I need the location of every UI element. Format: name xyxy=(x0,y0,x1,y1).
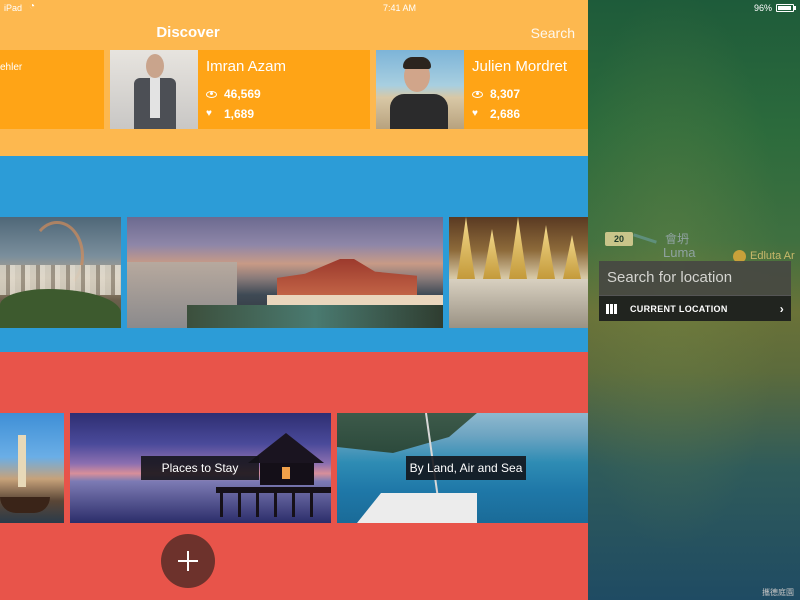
place-photo-tile[interactable] xyxy=(127,217,443,328)
carrier-label: iPad xyxy=(4,3,23,13)
likes-count: 1,689 xyxy=(224,107,255,121)
current-location-button[interactable]: CURRENT LOCATION › xyxy=(599,295,791,321)
likes-count: 2,686 xyxy=(490,107,521,121)
person-name: ehler xyxy=(0,62,23,73)
category-tile[interactable] xyxy=(0,413,64,523)
map-icon xyxy=(606,303,618,314)
person-card[interactable]: Imran Azam 46,569 ♥ 1,689 xyxy=(110,50,370,129)
wifi-icon: ◔ xyxy=(29,1,36,12)
add-button[interactable] xyxy=(161,534,215,588)
views-stat: 46,569 xyxy=(206,87,261,101)
category-label: Places to Stay xyxy=(141,456,259,480)
place-photo-tile[interactable] xyxy=(0,217,121,328)
map-place-label: Luma xyxy=(663,245,696,260)
current-location-label: CURRENT LOCATION xyxy=(630,303,728,314)
chevron-right-icon: › xyxy=(779,301,784,316)
location-search-box: Search for location CURRENT LOCATION › xyxy=(599,261,791,321)
likes-stat: ♥ 2,686 xyxy=(472,107,520,121)
person-photo xyxy=(376,50,464,129)
location-search-input[interactable]: Search for location xyxy=(599,261,791,295)
person-card[interactable]: Julien Mordret 8,307 ♥ 2,686 xyxy=(376,50,588,129)
person-card[interactable]: ehler xyxy=(0,50,104,129)
status-bar: iPad ◔ 7:41 AM 96% xyxy=(0,0,800,16)
likes-stat: ♥ 1,689 xyxy=(206,107,254,121)
status-time: 7:41 AM xyxy=(383,3,417,13)
search-button[interactable]: Search xyxy=(531,25,575,41)
views-count: 8,307 xyxy=(490,87,521,101)
road-number-badge: 20 xyxy=(605,232,633,246)
heart-icon: ♥ xyxy=(206,108,212,119)
views-stat: 8,307 xyxy=(472,87,520,101)
people-section: Discover Search ehler Imran Azam 46,569 … xyxy=(0,0,588,156)
map-watermark: 攜德庭園 xyxy=(762,588,794,597)
eye-icon xyxy=(472,90,483,98)
heart-icon: ♥ xyxy=(472,108,478,119)
discover-panel: Discover Search ehler Imran Azam 46,569 … xyxy=(0,0,588,600)
page-title: Discover xyxy=(156,24,220,41)
battery-percentage: 96% xyxy=(754,3,773,13)
place-photo-tile[interactable] xyxy=(449,217,588,328)
category-label: By Land, Air and Sea xyxy=(406,456,526,480)
person-photo xyxy=(110,50,198,129)
eye-icon xyxy=(206,90,217,98)
battery-icon xyxy=(776,4,794,12)
person-name: Julien Mordret xyxy=(472,58,568,75)
person-name: Imran Azam xyxy=(206,58,287,75)
battery-tip xyxy=(794,6,796,10)
views-count: 46,569 xyxy=(224,87,261,101)
